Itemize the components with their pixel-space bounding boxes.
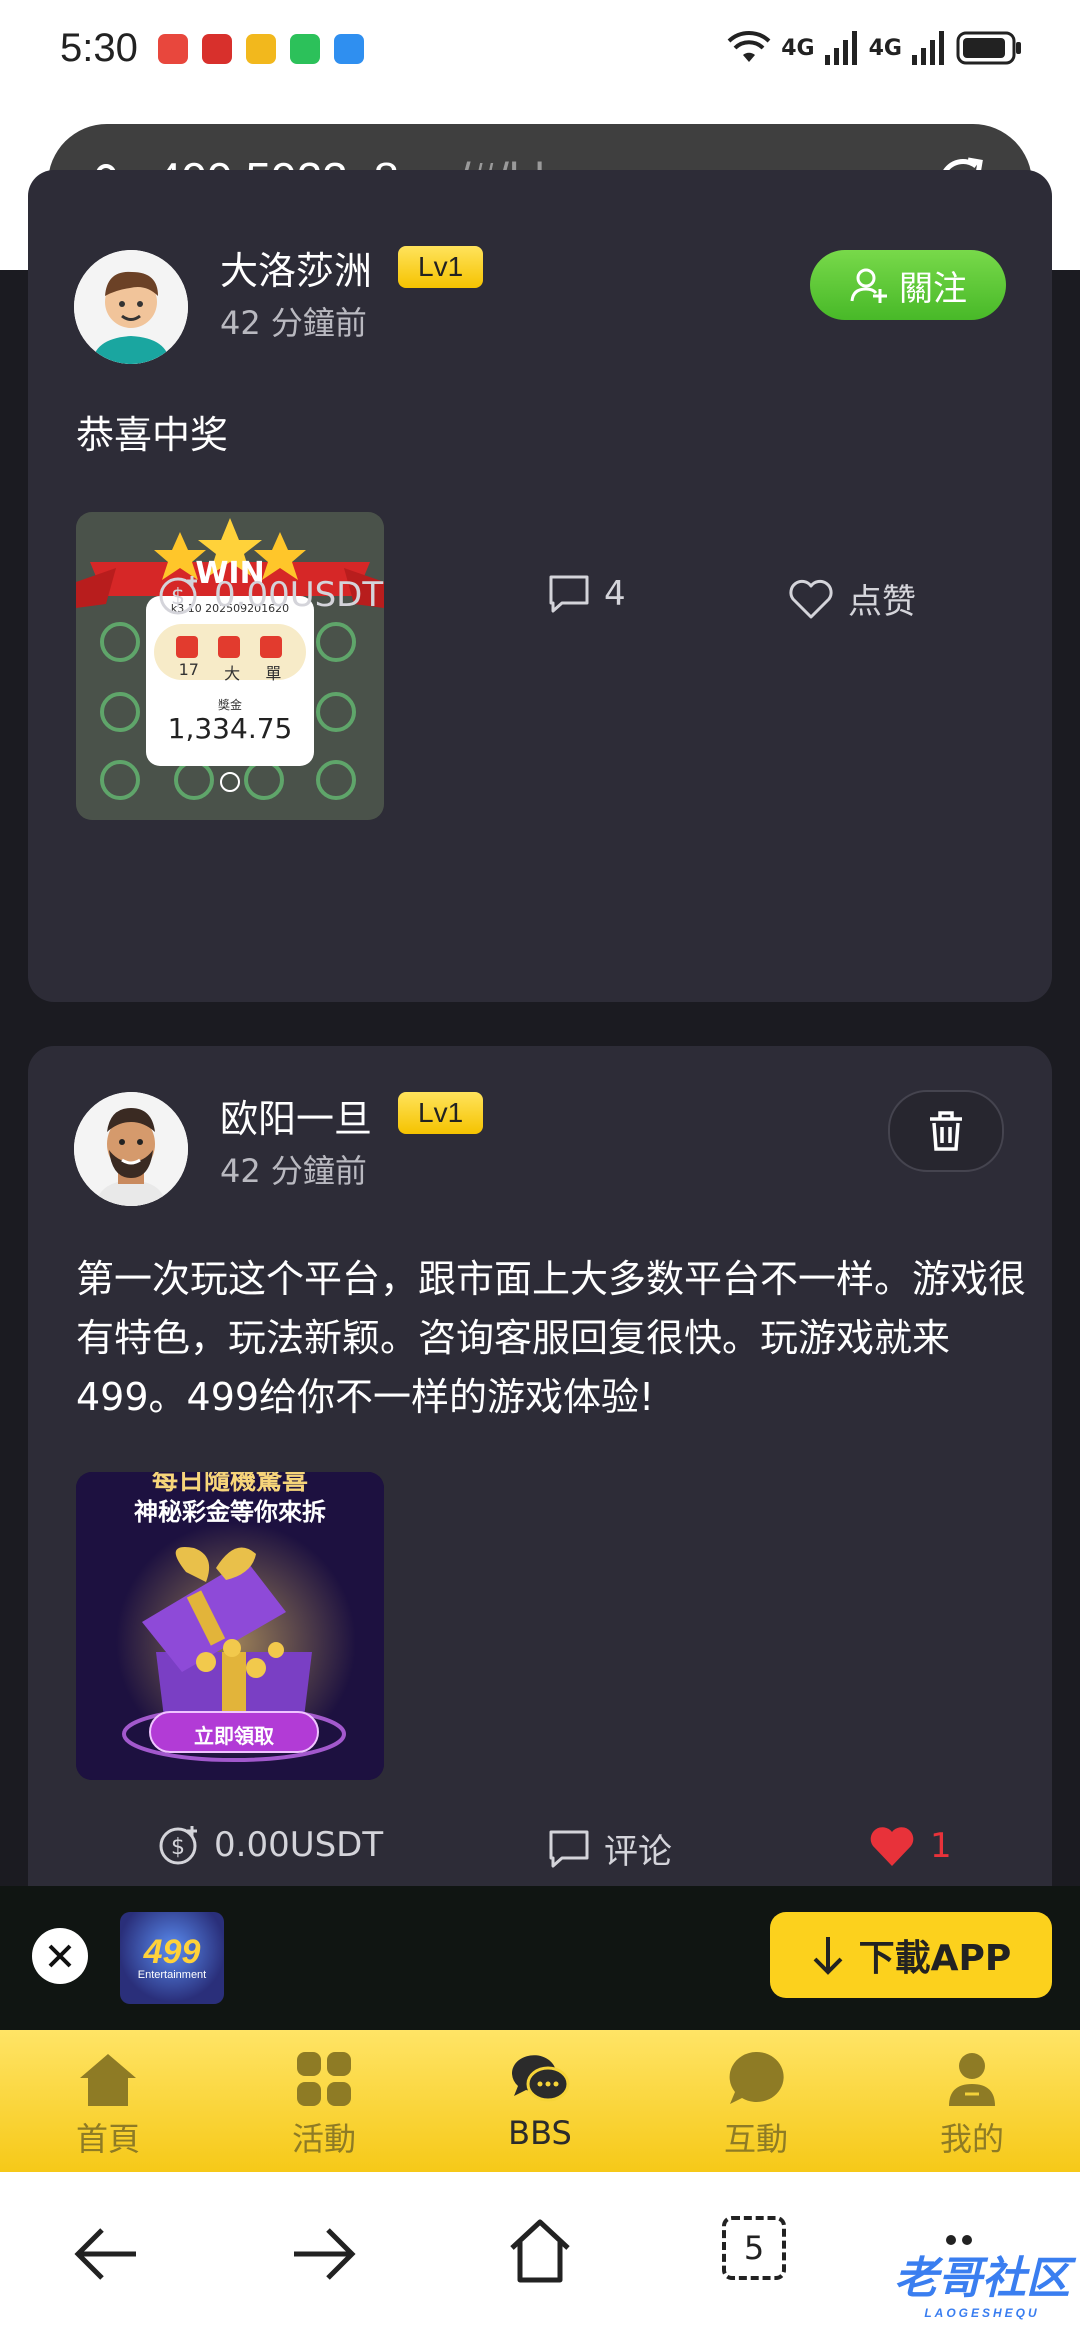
post-text: 第一次玩这个平台，跟市面上大多数平台不一样。游戏很有特色，玩法新颖。咨询客服回复… <box>76 1257 1027 1419</box>
tip-button[interactable]: $ 0.00USDT <box>158 1824 383 1866</box>
comment-icon <box>549 1830 589 1867</box>
status-indicators: 4G 4G <box>727 30 1022 66</box>
level-badge: Lv1 <box>398 1092 484 1134</box>
user-avatar-illustration <box>74 1092 188 1206</box>
post-image[interactable]: WIN k3 10 202509201620 17 大 單 獎金 1,334.7… <box>76 512 384 820</box>
post-card: 大洛莎洲 Lv1 42 分鐘前 關注 恭喜中奖 WIN k3 10 202509… <box>28 170 1052 1002</box>
signal-icon <box>824 31 857 65</box>
tabs-switcher-button[interactable]: 5 <box>722 2216 786 2280</box>
username[interactable]: 大洛莎洲 <box>220 240 372 295</box>
post-image[interactable]: 每日隨機驚喜 神秘彩金等你來拆 立即領取 <box>76 1472 384 1780</box>
huawei-app-icon <box>202 34 232 64</box>
tab-bbs[interactable]: BBS <box>432 2030 648 2172</box>
message-icon <box>334 34 364 64</box>
notification-icons <box>158 34 364 64</box>
tab-label: 活動 <box>291 2120 356 2158</box>
tab-label: 首頁 <box>75 2120 140 2158</box>
app-logo: 499 Entertainment <box>120 1912 224 2004</box>
download-label: 下載APP <box>858 1938 1012 1979</box>
network-type-2: 4G <box>868 35 902 61</box>
prize-amount: 1,334.75 <box>167 712 293 745</box>
add-user-icon <box>850 268 887 303</box>
user-icon <box>949 2053 995 2106</box>
dice-size: 大 <box>224 664 241 683</box>
tip-button[interactable]: $ 0.00USDT <box>158 574 383 616</box>
battery-icon <box>956 31 1021 65</box>
dice-parity: 單 <box>265 664 282 683</box>
home-icon[interactable] <box>506 2216 574 2284</box>
back-arrow-icon[interactable] <box>74 2224 140 2284</box>
tip-amount: 0.00USDT <box>214 1825 384 1865</box>
heart-filled-icon <box>870 1827 914 1866</box>
svg-text:$: $ <box>171 585 185 610</box>
like-count: 1 <box>930 1826 952 1866</box>
close-icon <box>48 1944 72 1968</box>
home-icon <box>80 2054 136 2106</box>
dollar-coin-icon: $ <box>159 576 197 615</box>
comment-label: 评论 <box>604 1832 672 1872</box>
status-bar: 5:30 4G 4G <box>0 0 1080 104</box>
wechat-icon <box>290 34 320 64</box>
dice-results: 17 大 單 <box>166 660 294 684</box>
banner-close-button[interactable] <box>32 1928 88 1984</box>
forward-arrow-icon[interactable] <box>290 2224 356 2284</box>
tab-count: 5 <box>743 2229 765 2267</box>
tab-activities[interactable]: 活動 <box>216 2030 432 2172</box>
speech-bubble-icon <box>729 2051 784 2104</box>
post-time: 42 分鐘前 <box>220 304 367 342</box>
dollar-coin-icon: $ <box>159 1826 197 1865</box>
heart-outline-icon <box>789 579 833 618</box>
signal-icon <box>912 31 944 65</box>
watermark: 老哥社区 LAOGESHEQU <box>894 2242 1070 2320</box>
svg-text:$: $ <box>171 1835 185 1860</box>
wifi-icon <box>727 31 771 62</box>
tab-label: 互動 <box>723 2120 788 2158</box>
network-type-1: 4G <box>781 35 815 61</box>
watermark-text: 老哥社区 <box>894 2254 1070 2303</box>
bottom-tab-bar: 首頁 活動 BBS 互動 我的 <box>0 2030 1080 2172</box>
watermark-subtext: LAOGESHEQU <box>924 2306 1040 2320</box>
follow-label: 關注 <box>899 268 967 309</box>
delete-button[interactable] <box>888 1090 1004 1172</box>
mail-icon <box>246 34 276 64</box>
dice-sum: 17 <box>178 660 199 679</box>
comment-icon <box>549 575 589 613</box>
user-avatar-illustration <box>74 250 188 364</box>
status-time: 5:30 <box>60 26 138 70</box>
app-logo-text: 499 <box>143 1933 201 1971</box>
trash-icon <box>930 1111 962 1151</box>
grid-icon <box>297 2052 351 2106</box>
like-button[interactable]: 1 <box>868 1824 952 1868</box>
level-badge: Lv1 <box>398 246 484 288</box>
prize-label: 獎金 <box>217 698 242 712</box>
chat-bubbles-icon <box>511 2055 570 2102</box>
post-time: 42 分鐘前 <box>220 1152 367 1190</box>
avatar[interactable] <box>74 1092 188 1206</box>
tip-amount: 0.00USDT <box>214 575 384 615</box>
download-app-banner: 499 Entertainment 下載APP <box>0 1886 1080 2030</box>
tab-home[interactable]: 首頁 <box>0 2030 216 2172</box>
missed-call-icon <box>158 34 188 64</box>
download-app-button[interactable]: 下載APP <box>770 1912 1052 1998</box>
comment-button[interactable]: 评论 <box>548 1824 672 1873</box>
tab-label: 我的 <box>939 2120 1004 2158</box>
comment-count: 4 <box>604 574 626 614</box>
app-logo-subtext: Entertainment <box>137 1969 207 1981</box>
tab-interaction[interactable]: 互動 <box>648 2030 864 2172</box>
promo-claim-button: 立即領取 <box>194 1724 274 1748</box>
avatar[interactable] <box>74 250 188 364</box>
like-label: 点赞 <box>848 582 916 622</box>
username[interactable]: 欧阳一旦 <box>220 1088 372 1143</box>
comment-button[interactable]: 4 <box>548 574 626 614</box>
post-card: 欧阳一旦 Lv1 42 分鐘前 第一次玩这个平台，跟市面上大多数平台不一样。游戏… <box>28 1046 1052 1946</box>
promo-subline: 神秘彩金等你來拆 <box>134 1498 326 1526</box>
browser-navigation: 5 老哥社区 LAOGESHEQU <box>0 2172 1080 2340</box>
arrow-down-icon <box>813 1937 843 1975</box>
tab-profile[interactable]: 我的 <box>864 2030 1080 2172</box>
tab-label: BBS <box>508 2114 572 2152</box>
post-text: 恭喜中奖 <box>76 413 229 457</box>
like-button[interactable]: 点赞 <box>788 574 916 623</box>
follow-button[interactable]: 關注 <box>810 250 1006 320</box>
